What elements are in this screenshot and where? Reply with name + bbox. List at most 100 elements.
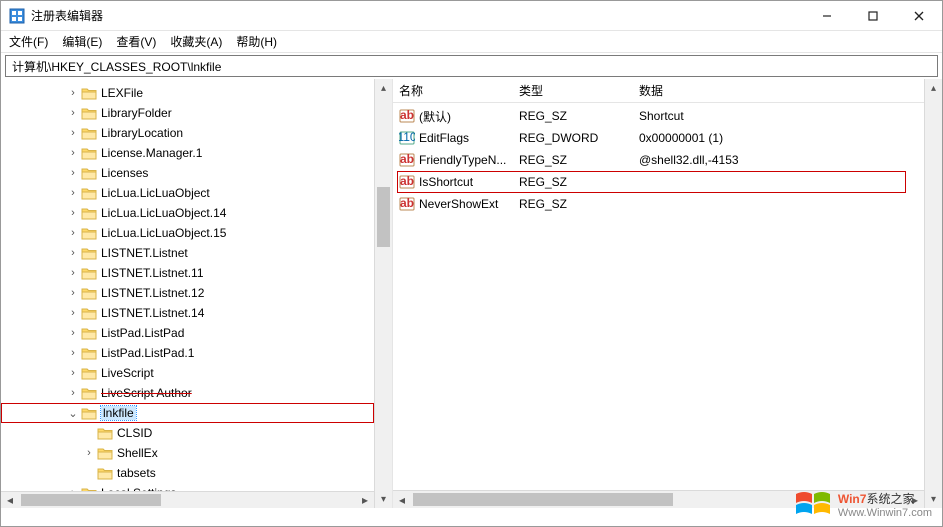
folder-icon [81, 366, 97, 380]
chevron-right-icon[interactable]: › [67, 387, 79, 399]
chevron-right-icon[interactable]: › [67, 327, 79, 339]
menu-help[interactable]: 帮助(H) [236, 33, 277, 50]
value-row[interactable]: abFriendlyTypeN...REG_SZ@shell32.dll,-41… [393, 149, 924, 171]
tree-item[interactable]: ›Licenses [1, 163, 374, 183]
col-data[interactable]: 数据 [639, 82, 924, 99]
tree-item[interactable]: › ShellEx [1, 443, 374, 463]
tree-item[interactable]: ›LISTNET.Listnet.12 [1, 283, 374, 303]
tree-item-label: LISTNET.Listnet.14 [101, 306, 204, 320]
tree-item-label: ShellEx [117, 446, 158, 460]
menu-view[interactable]: 查看(V) [116, 33, 156, 50]
scroll-left-icon[interactable]: ◂ [1, 492, 19, 508]
svg-text:ab: ab [400, 108, 414, 122]
tree-item[interactable]: ›LISTNET.Listnet.11 [1, 263, 374, 283]
tree-item[interactable]: ›LicLua.LicLuaObject [1, 183, 374, 203]
close-button[interactable] [896, 1, 942, 30]
maximize-button[interactable] [850, 1, 896, 30]
value-name: IsShortcut [419, 175, 519, 189]
svg-text:110: 110 [399, 130, 415, 144]
chevron-right-icon[interactable]: › [67, 347, 79, 359]
tree-item[interactable]: CLSID [1, 423, 374, 443]
value-row[interactable]: abNeverShowExtREG_SZ [393, 193, 924, 215]
scroll-up-icon[interactable]: ▴ [375, 79, 392, 97]
scroll-right-icon[interactable]: ▸ [356, 492, 374, 508]
tree-item[interactable]: ⌄lnkfile [1, 403, 374, 423]
scroll-thumb[interactable] [21, 494, 161, 506]
watermark: Win7系统之家 Www.Winwin7.com [794, 488, 932, 520]
menu-edit[interactable]: 编辑(E) [62, 33, 102, 50]
minimize-button[interactable] [804, 1, 850, 30]
tree-item-label: ListPad.ListPad.1 [101, 346, 194, 360]
folder-icon [81, 106, 97, 120]
chevron-down-icon[interactable]: ⌄ [67, 407, 79, 420]
chevron-right-icon[interactable]: › [67, 287, 79, 299]
chevron-right-icon[interactable]: › [67, 307, 79, 319]
tree-item[interactable]: › LicLua.LicLuaObject.15 [1, 223, 374, 243]
tree-item[interactable]: › LibraryFolder [1, 103, 374, 123]
tree-item-label: tabsets [117, 466, 156, 480]
tree-item[interactable]: tabsets [1, 463, 374, 483]
value-row[interactable]: abIsShortcutREG_SZ [393, 171, 924, 193]
tree-vscrollbar[interactable]: ▴ ▾ [374, 79, 392, 508]
tree-item[interactable]: ›LiveScript Author [1, 383, 374, 403]
tree-item[interactable]: ›LiveScript [1, 363, 374, 383]
scroll-down-icon[interactable]: ▾ [375, 490, 392, 508]
chevron-right-icon[interactable]: › [67, 107, 79, 119]
value-row[interactable]: 110EditFlagsREG_DWORD0x00000001 (1) [393, 127, 924, 149]
folder-icon [81, 286, 97, 300]
registry-tree[interactable]: ›LEXFile›LibraryFolder›LibraryLocation›L… [1, 79, 374, 491]
folder-icon [81, 146, 97, 160]
tree-hscrollbar[interactable]: ◂ ▸ [1, 491, 374, 508]
scroll-thumb[interactable] [377, 187, 390, 247]
chevron-right-icon[interactable]: › [67, 167, 79, 179]
tree-item-label: CLSID [117, 426, 152, 440]
tree-item[interactable]: › LISTNET.Listnet [1, 243, 374, 263]
scroll-thumb[interactable] [413, 493, 673, 506]
chevron-right-icon[interactable]: › [67, 267, 79, 279]
value-row[interactable]: ab(默认)REG_SZShortcut [393, 105, 924, 127]
chevron-right-icon[interactable]: › [67, 127, 79, 139]
chevron-right-icon[interactable]: › [67, 187, 79, 199]
menu-file[interactable]: 文件(F) [9, 33, 48, 50]
chevron-right-icon[interactable]: › [83, 447, 95, 459]
tree-item-label: LibraryLocation [101, 126, 183, 140]
tree-item-label: LISTNET.Listnet [101, 246, 188, 260]
chevron-right-icon[interactable]: › [67, 207, 79, 219]
folder-icon [81, 346, 97, 360]
chevron-right-icon[interactable]: › [67, 147, 79, 159]
regedit-icon [9, 8, 25, 24]
folder-icon [81, 306, 97, 320]
col-name[interactable]: 名称 [399, 82, 519, 99]
chevron-right-icon[interactable]: › [67, 227, 79, 239]
tree-item[interactable]: › LibraryLocation [1, 123, 374, 143]
tree-item[interactable]: ›Local Settings [1, 483, 374, 491]
scroll-up-icon[interactable]: ▴ [925, 79, 942, 97]
tree-item-label: LicLua.LicLuaObject.15 [101, 226, 226, 240]
value-name: (默认) [419, 108, 519, 125]
value-data: Shortcut [639, 109, 924, 123]
value-data: 0x00000001 (1) [639, 131, 924, 145]
windows-logo-icon [794, 488, 832, 520]
tree-item[interactable]: › ListPad.ListPad.1 [1, 343, 374, 363]
tree-item[interactable]: ›LicLua.LicLuaObject.14 [1, 203, 374, 223]
main-area: ›LEXFile›LibraryFolder›LibraryLocation›L… [1, 79, 942, 508]
window-controls [804, 1, 942, 30]
menu-favorites[interactable]: 收藏夹(A) [170, 33, 222, 50]
svg-text:ab: ab [400, 174, 414, 188]
col-type[interactable]: 类型 [519, 82, 639, 99]
scroll-left-icon[interactable]: ◂ [393, 491, 411, 508]
folder-icon [81, 226, 97, 240]
values-vscrollbar[interactable]: ▴ ▾ [924, 79, 942, 508]
chevron-right-icon[interactable]: › [67, 247, 79, 259]
tree-item[interactable]: › LISTNET.Listnet.14 [1, 303, 374, 323]
folder-icon [81, 386, 97, 400]
tree-item[interactable]: ›License.Manager.1 [1, 143, 374, 163]
address-bar[interactable]: 计算机\HKEY_CLASSES_ROOT\lnkfile [5, 55, 938, 77]
chevron-right-icon[interactable]: › [67, 367, 79, 379]
tree-item[interactable]: ›ListPad.ListPad [1, 323, 374, 343]
values-list[interactable]: ab(默认)REG_SZShortcut110EditFlagsREG_DWOR… [393, 103, 924, 490]
tree-item[interactable]: ›LEXFile [1, 83, 374, 103]
tree-item-label: LibraryFolder [101, 106, 172, 120]
chevron-right-icon[interactable]: › [67, 87, 79, 99]
binary-value-icon: 110 [399, 130, 415, 146]
